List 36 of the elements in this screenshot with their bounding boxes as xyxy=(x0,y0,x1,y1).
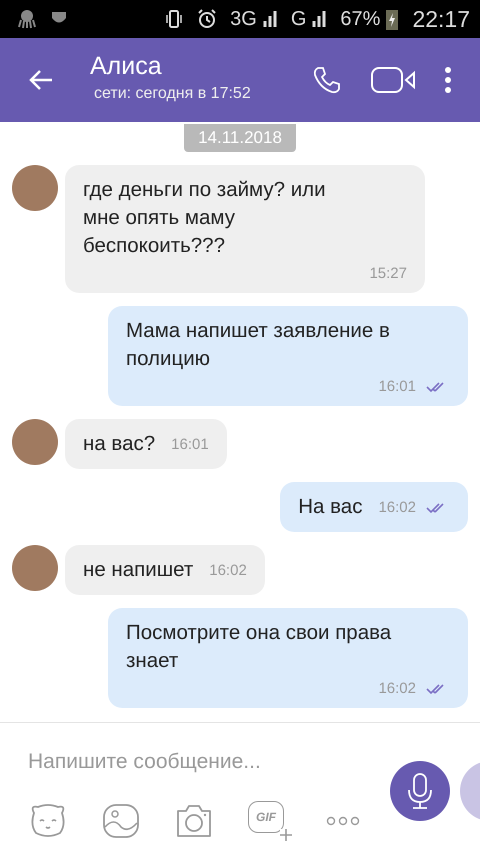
contact-name: Алиса xyxy=(90,52,163,80)
avatar xyxy=(12,545,58,591)
message-time: 15:27 xyxy=(369,264,407,284)
message-time: 16:01 xyxy=(171,435,209,455)
signal-icon xyxy=(262,9,279,29)
avatar xyxy=(12,419,58,465)
last-seen: сети: сегодня в 17:52 xyxy=(94,84,252,102)
message-text: не напишет xyxy=(83,557,194,583)
network-label: 3G xyxy=(230,8,257,30)
clock: 22:17 xyxy=(412,6,470,32)
network-label: G xyxy=(290,8,306,30)
message-time: 16:01 xyxy=(378,377,416,397)
image-icon[interactable] xyxy=(102,803,140,839)
message-text: где деньги по займу? или мне опять маму беспокоить??? xyxy=(83,177,327,259)
message-time: 16:02 xyxy=(378,498,416,518)
message-time: 16:02 xyxy=(209,561,247,581)
octopus-icon xyxy=(16,8,38,30)
camera-icon[interactable] xyxy=(174,803,214,839)
message-text: Мама напишет заявление в полицию xyxy=(126,318,391,372)
message-text: На вас xyxy=(298,494,362,520)
more-icon[interactable] xyxy=(326,816,360,826)
battery-icon xyxy=(386,8,398,30)
phone-icon[interactable] xyxy=(312,65,342,95)
vibrate-icon xyxy=(164,8,184,30)
battery-percent: 67% xyxy=(340,8,380,30)
message-time: 16:02 xyxy=(378,679,416,699)
back-arrow-icon[interactable] xyxy=(28,69,54,91)
date-chip: 14.11.2018 xyxy=(184,124,296,152)
microphone-icon xyxy=(406,771,434,811)
message-text: Посмотрите она свои права знает xyxy=(126,620,392,674)
signal-icon xyxy=(312,9,328,29)
alarm-icon xyxy=(196,8,218,30)
message-text: на вас? xyxy=(83,431,156,457)
avatar xyxy=(12,165,58,211)
more-options-icon[interactable] xyxy=(444,66,452,94)
video-camera-icon[interactable] xyxy=(370,65,416,95)
